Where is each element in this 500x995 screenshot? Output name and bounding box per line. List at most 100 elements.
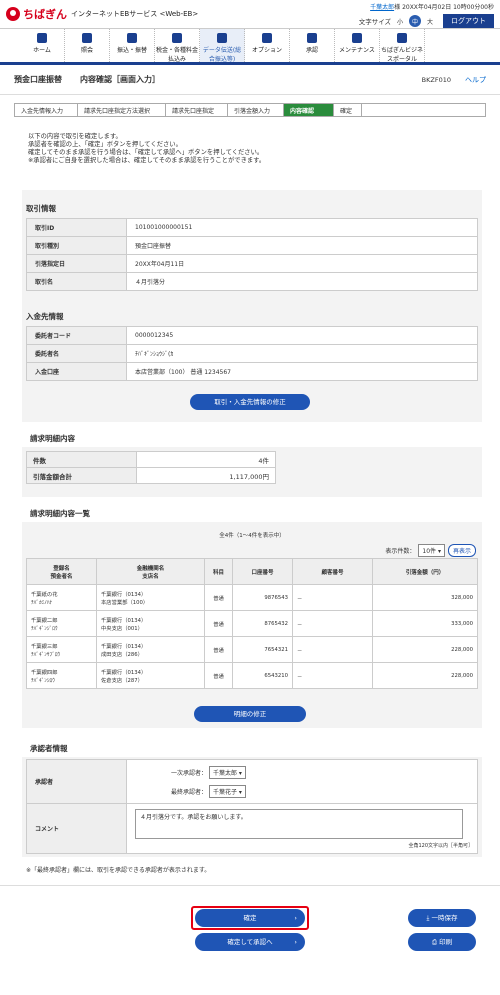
page-size-select[interactable]: 10件 ▾ <box>418 544 445 557</box>
nav-tax[interactable]: 税金・各種料金払込み <box>155 29 200 63</box>
customer-number: － <box>292 610 373 637</box>
list-panel: 全4件（1～4件を表示中） 表示件数： 10件 ▾ 再表示 登録名 預金者名 金… <box>22 522 482 728</box>
debit-amount: 328,000 <box>372 584 478 611</box>
print-button[interactable]: ⎙ 印刷 <box>408 933 476 951</box>
confirm-button[interactable]: 確定 › <box>195 909 305 927</box>
page-header: 預金口座振替 内容確認［画面入力］ BKZF010 ヘルプ <box>0 65 500 95</box>
payer-name: 千葉紙の花 ﾁﾊﾞｶﾐﾉﾊﾅ <box>26 584 97 611</box>
nav-home[interactable]: ホーム <box>20 29 65 62</box>
nav-data-transfer[interactable]: データ伝送(総合振込等) <box>200 29 245 63</box>
nav-option[interactable]: オプション <box>245 29 290 62</box>
field-label: 件数 <box>26 451 137 468</box>
approver-panel: 承認者 一次承認者： 千葉太郎 ▾ 最終承認者： 千葉花子 ▾ コメント ４月引… <box>22 757 482 857</box>
button-label: 取引・入金先情報の修正 <box>214 398 286 406</box>
gear-icon <box>262 33 272 43</box>
total-amount: 1,117,000円 <box>136 467 276 484</box>
nav-transfer[interactable]: 振込・振替 <box>110 29 155 62</box>
nav-maintenance[interactable]: メンテナンス <box>335 29 380 62</box>
instruction-line: 承認者を確認の上、「確定」ボタンを押してください。 <box>28 141 182 148</box>
screen-id: BKZF010 <box>421 75 451 84</box>
logo-icon <box>6 7 20 21</box>
nav-approve[interactable]: 承認 <box>290 29 335 62</box>
nav-portal[interactable]: ちばぎんビジネスポータル <box>380 29 425 63</box>
customer-number: － <box>292 636 373 663</box>
first-approver-select[interactable]: 千葉太郎 ▾ <box>208 765 246 779</box>
account-number: 8765432 <box>232 610 293 637</box>
home-icon <box>37 33 47 43</box>
trade-panel: 取引情報 取引ID 101001000000151 取引種別 預金口座振替 引落指定… <box>22 190 482 422</box>
font-small-button[interactable]: 小 <box>394 15 406 27</box>
page-title: 預金口座振替 <box>14 75 62 84</box>
font-large-button[interactable]: 大 <box>424 15 436 27</box>
payee-title: 入金先情報 <box>26 312 64 321</box>
nav-label: オプション <box>251 47 282 54</box>
nav-label: ホーム <box>33 47 51 54</box>
global-nav: ホーム 照会 振込・振替 税金・各種料金払込み データ伝送(総合振込等) オプシ… <box>0 28 500 65</box>
page-size-value: 10件 <box>422 548 437 555</box>
trade-type: 預金口座振替 <box>126 236 478 255</box>
font-medium-button[interactable]: 中 <box>409 15 421 27</box>
button-label: 確定して承認へ <box>227 938 273 946</box>
page-subtitle: 内容確認［画面入力］ <box>80 75 160 84</box>
deposit-account: 本店営業部（100） 普通 1234567 <box>126 362 478 381</box>
user-name-link[interactable]: 千葉太郎 <box>370 4 394 11</box>
nav-label: 承認 <box>305 47 318 54</box>
account-number: 6543210 <box>232 662 293 689</box>
trade-id: 101001000000151 <box>126 218 478 237</box>
button-label: 明細の修正 <box>233 710 267 718</box>
payer-name: 千葉銀二郎 ﾁﾊﾞｷﾞﾝｼﾞﾛｳ <box>26 610 97 637</box>
field-label: 承認者 <box>26 759 127 804</box>
step-4: 引落金額入力 <box>228 104 284 116</box>
list-title: 請求明細内容一覧 <box>30 509 90 518</box>
trade-name: ４月引落分 <box>126 272 478 291</box>
approve-icon <box>307 33 317 43</box>
account-type: 普通 <box>204 584 233 611</box>
confirm-approve-button[interactable]: 確定して承認へ › <box>195 933 305 951</box>
bank-branch: 千葉銀行（0134） 佐倉支店（287） <box>96 662 205 689</box>
help-link[interactable]: ヘルプ <box>465 75 486 85</box>
nav-label: データ伝送(総合振込等) <box>202 47 242 63</box>
field-label: 取引ID <box>26 218 127 237</box>
font-size-label: 文字サイズ <box>358 18 391 26</box>
payer-name: 千葉銀三郎 ﾁﾊﾞｷﾞﾝｻﾌﾞﾛｳ <box>26 636 97 663</box>
nav-label: メンテナンス <box>339 47 375 54</box>
transfer-icon <box>127 33 137 43</box>
comment-textarea[interactable]: ４月引落分です。承認をお願いします。 <box>135 808 463 839</box>
bank-branch: 千葉銀行（0134） 中央支店（001） <box>96 610 205 637</box>
logout-button[interactable]: ログアウト <box>443 14 494 28</box>
approver-note: ※「最終承認者」欄には、取引を承認できる承認者が表示されます。 <box>26 867 211 874</box>
instructions: 以下の内容で取引を確定します。 承認者を確認の上、「確定」ボタンを押してください… <box>28 133 500 165</box>
field-label: 委託者名 <box>26 344 127 363</box>
account-type: 普通 <box>204 610 233 637</box>
portal-icon <box>397 33 407 43</box>
col-header: 金融機関名 支店名 <box>96 558 205 585</box>
inquiry-icon <box>82 33 92 43</box>
button-label: 印刷 <box>439 938 453 946</box>
final-approver-select[interactable]: 千葉花子 ▾ <box>208 784 246 798</box>
redisplay-button[interactable]: 再表示 <box>447 544 476 557</box>
approver-table: 承認者 一次承認者： 千葉太郎 ▾ 最終承認者： 千葉花子 ▾ コメント ４月引… <box>26 759 478 854</box>
payee-table: 委託者コード 0000012345 委託者名 ﾁﾊﾞｷﾞﾝｼｮｳｼﾞ(ｶ 入金口座本… <box>26 326 478 381</box>
account-type: 普通 <box>204 662 233 689</box>
tool-icon <box>352 33 362 43</box>
temp-save-button[interactable]: ⤓ 一時保存 <box>408 909 476 927</box>
detail-table: 登録名 預金者名 金融機関名 支店名 科目 口座番号 顧客番号 引落金額（円） … <box>26 558 478 689</box>
nav-label: 振込・振替 <box>116 47 147 54</box>
font-size-control: 文字サイズ 小 中 大 ログアウト <box>359 14 494 28</box>
table-row: 千葉紙の花 ﾁﾊﾞｶﾐﾉﾊﾅ 千葉銀行（0134） 本店営業部（100） 普通 … <box>26 584 478 611</box>
table-row: 千葉銀二郎 ﾁﾊﾞｷﾞﾝｼﾞﾛｳ 千葉銀行（0134） 中央支店（001） 普通… <box>26 610 478 637</box>
top-bar: ちばぎん インターネットEBサービス <Web-EB> 千葉太郎様 20XX年0… <box>0 0 500 28</box>
login-datetime: 20XX年04月02日 10時00分00秒 <box>402 4 494 11</box>
first-approver-value: 千葉太郎 <box>212 769 237 777</box>
step-6: 確定 <box>334 104 362 116</box>
modify-trade-button[interactable]: 取引・入金先情報の修正 <box>190 394 310 410</box>
nav-inquiry[interactable]: 照会 <box>65 29 110 62</box>
tax-icon <box>172 33 182 43</box>
step-2: 請求先口座指定方法選択 <box>78 104 166 116</box>
user-suffix: 様 <box>394 4 401 11</box>
trade-table: 取引ID 101001000000151 取引種別 預金口座振替 引落指定日 20XX… <box>26 218 478 291</box>
modify-detail-button[interactable]: 明細の修正 <box>194 706 306 722</box>
bank-branch: 千葉銀行（0134） 本店営業部（100） <box>96 584 205 611</box>
debit-amount: 333,000 <box>372 610 478 637</box>
col-header: 口座番号 <box>232 558 293 585</box>
